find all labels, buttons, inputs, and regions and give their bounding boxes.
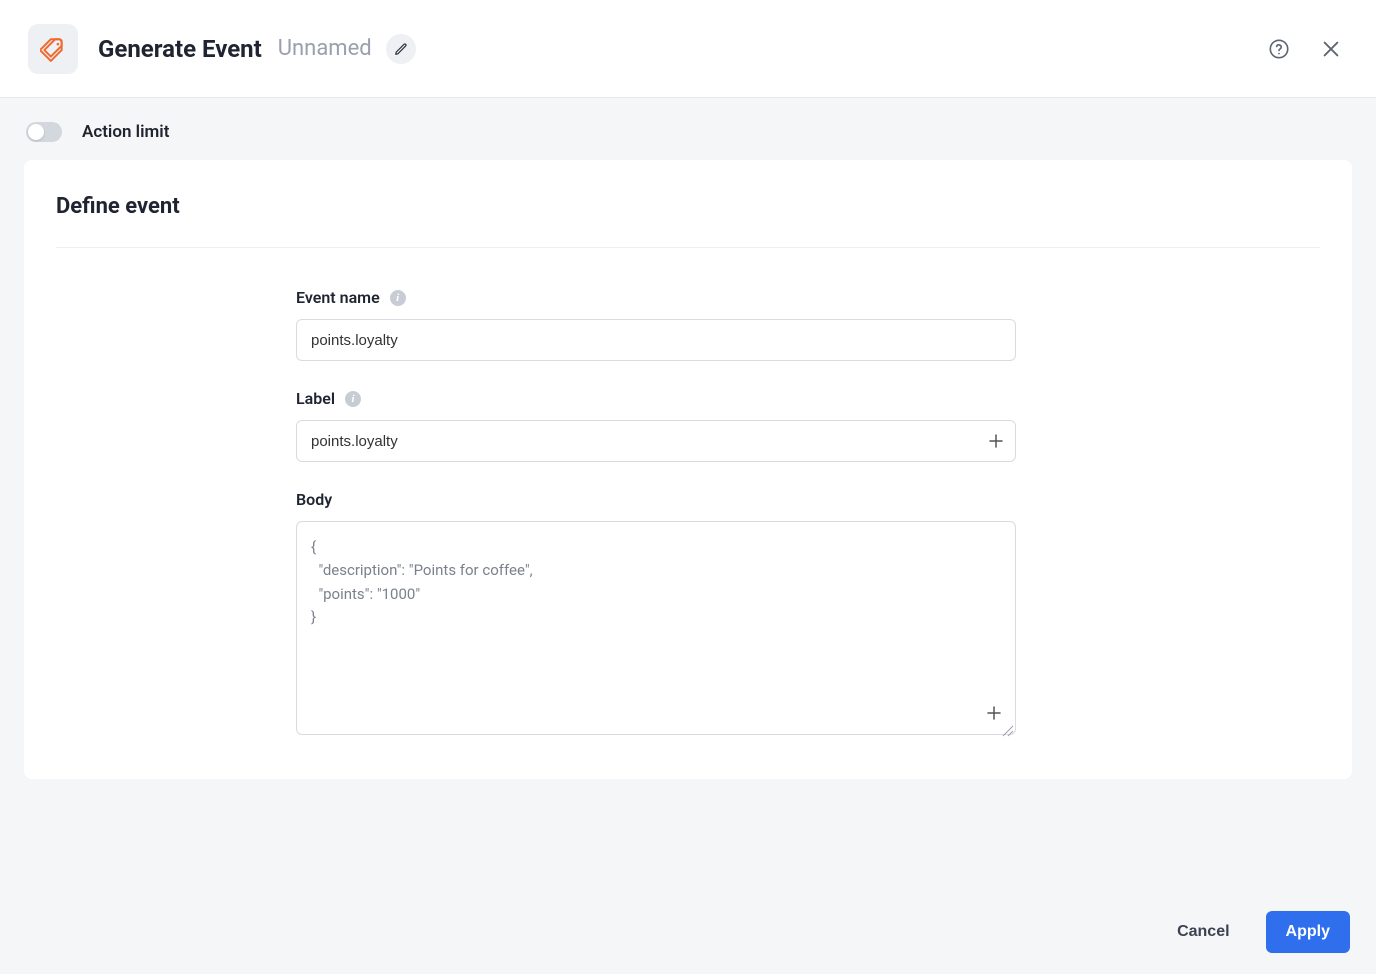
form-column: Event name i Label i [296, 288, 1016, 739]
info-icon[interactable]: i [390, 290, 406, 306]
action-limit-label: Action limit [82, 122, 169, 142]
dialog-header: Generate Event Unnamed [0, 0, 1376, 98]
event-name-label: Event name [296, 288, 380, 307]
body-textarea[interactable] [296, 521, 1016, 735]
dialog-footer: Cancel Apply [0, 890, 1376, 974]
label-add-button[interactable] [982, 427, 1010, 455]
info-icon[interactable]: i [345, 391, 361, 407]
plus-icon [985, 704, 1003, 722]
plus-icon [987, 432, 1005, 450]
dialog-subtitle: Unnamed [278, 36, 372, 61]
action-limit-toggle[interactable] [26, 122, 62, 142]
close-icon [1320, 38, 1342, 60]
close-button[interactable] [1314, 32, 1348, 66]
pencil-icon [394, 42, 408, 56]
event-icon [28, 24, 78, 74]
event-name-field: Event name i [296, 288, 1016, 361]
card-title: Define event [56, 194, 1320, 248]
body-label: Body [296, 490, 332, 509]
action-limit-row: Action limit [0, 98, 1376, 160]
body-add-button[interactable] [982, 701, 1006, 725]
apply-button[interactable]: Apply [1266, 911, 1350, 953]
body-field: Body [296, 490, 1016, 739]
toggle-knob [28, 124, 44, 140]
help-button[interactable] [1262, 32, 1296, 66]
dialog-title: Generate Event [98, 35, 262, 63]
label-field: Label i [296, 389, 1016, 462]
help-icon [1268, 38, 1290, 60]
label-label: Label [296, 389, 335, 408]
cancel-button[interactable]: Cancel [1157, 911, 1249, 953]
edit-title-button[interactable] [386, 34, 416, 64]
event-name-input[interactable] [296, 319, 1016, 361]
define-event-card: Define event Event name i Label i [24, 160, 1352, 779]
label-input[interactable] [296, 420, 1016, 462]
